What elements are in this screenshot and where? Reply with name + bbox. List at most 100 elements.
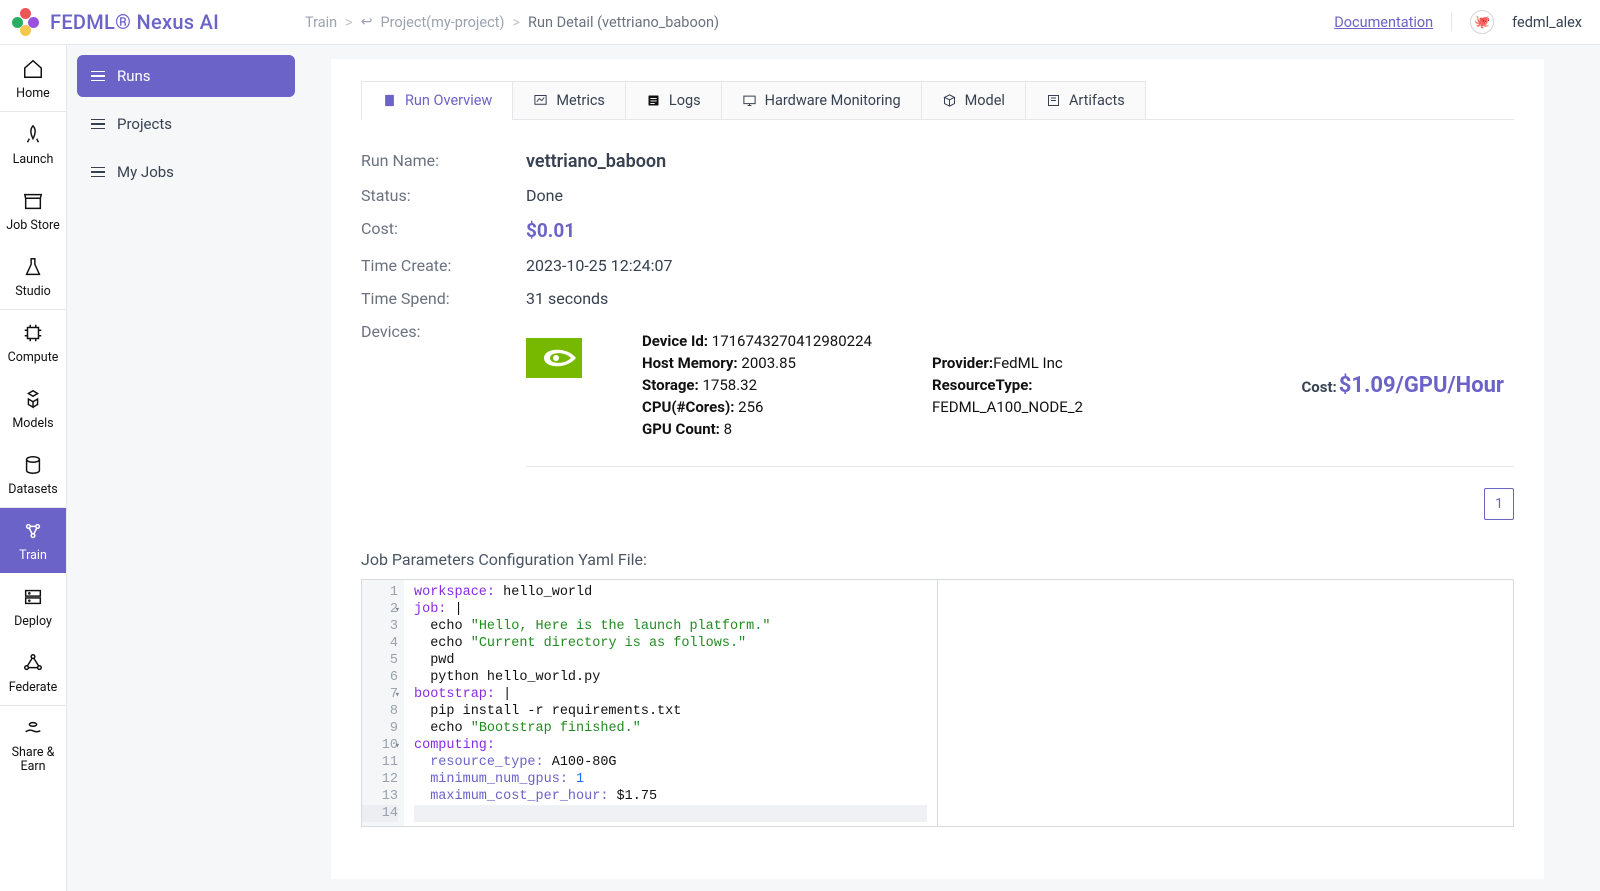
- cubes-icon: [22, 388, 44, 410]
- resource-type-value: FEDML_A100_NODE_2: [932, 398, 1083, 416]
- iconbar-compute[interactable]: Compute: [0, 309, 66, 375]
- tab-label: Model: [965, 92, 1005, 109]
- breadcrumb: Train > ↩ Project(my-project) > Run Deta…: [305, 14, 1334, 31]
- time-spend-label: Time Spend:: [361, 289, 526, 308]
- run-name-value: vettriano_baboon: [526, 151, 666, 172]
- back-arrow-icon[interactable]: ↩: [361, 14, 373, 30]
- topbar-right: Documentation 🐙 fedml_alex: [1334, 10, 1582, 34]
- database-icon: [22, 454, 44, 476]
- page-1-button[interactable]: 1: [1484, 488, 1514, 520]
- documentation-link[interactable]: Documentation: [1334, 14, 1433, 31]
- breadcrumb-current: Run Detail (vettriano_baboon): [528, 14, 719, 31]
- tab-logs[interactable]: Logs: [626, 81, 722, 119]
- fold-icon[interactable]: ▾: [395, 687, 400, 704]
- device-id-label: Device Id:: [642, 332, 708, 350]
- cost-label: Cost:: [361, 219, 526, 238]
- devices-label: Devices:: [361, 322, 526, 341]
- status-label: Status:: [361, 186, 526, 205]
- iconbar-deploy[interactable]: Deploy: [0, 573, 66, 639]
- fold-icon[interactable]: ▾: [395, 738, 400, 755]
- iconbar-studio[interactable]: Studio: [0, 243, 66, 309]
- brand-logo-icon: [12, 8, 40, 36]
- secondary-sidebar: Runs Projects My Jobs: [67, 45, 305, 891]
- run-name-label: Run Name:: [361, 151, 526, 170]
- artifacts-icon: [1046, 93, 1061, 108]
- hand-coin-icon: [22, 718, 44, 740]
- provider-label: Provider:: [932, 354, 993, 372]
- iconbar-share-label: Share & Earn: [0, 746, 66, 775]
- tab-label: Artifacts: [1069, 92, 1125, 109]
- host-memory-label: Host Memory:: [642, 354, 738, 372]
- sidebar-item-runs[interactable]: Runs: [77, 55, 295, 97]
- brand[interactable]: FEDML® Nexus AI: [0, 8, 305, 36]
- tab-hardware[interactable]: Hardware Monitoring: [722, 81, 922, 119]
- tab-run-overview[interactable]: Run Overview: [361, 81, 513, 119]
- iconbar-home[interactable]: Home: [0, 45, 66, 111]
- tab-model[interactable]: Model: [922, 81, 1026, 119]
- user-avatar-icon[interactable]: 🐙: [1470, 10, 1494, 34]
- train-icon: [22, 520, 44, 542]
- fold-icon[interactable]: ▾: [395, 602, 400, 619]
- storage-value: 1758.32: [703, 376, 758, 394]
- sidebar-item-label: Runs: [117, 67, 151, 85]
- breadcrumb-root[interactable]: Train: [305, 14, 337, 31]
- editor-right-pane: [938, 580, 1514, 826]
- editor-left-pane: 1 2▾ 3 4 5 6 7▾ 8 9 10▾ 11 12 13 14: [362, 580, 938, 826]
- iconbar-share[interactable]: Share & Earn: [0, 705, 66, 785]
- provider-value: FedML Inc: [993, 354, 1063, 372]
- yaml-editor[interactable]: 1 2▾ 3 4 5 6 7▾ 8 9 10▾ 11 12 13 14: [361, 579, 1514, 827]
- device-kv-col2: Provider:FedML Inc ResourceType: FEDML_A…: [932, 332, 1083, 438]
- content-area: Run Overview Metrics Logs Hardware Monit…: [305, 45, 1600, 891]
- cpu-label: CPU(#Cores):: [642, 398, 734, 416]
- tab-label: Metrics: [556, 92, 605, 109]
- tab-artifacts[interactable]: Artifacts: [1026, 81, 1146, 119]
- time-create-label: Time Create:: [361, 256, 526, 275]
- device-block: Device Id: 1716743270412980224 Host Memo…: [526, 322, 1514, 467]
- cpu-value: 256: [738, 398, 763, 416]
- tab-label: Hardware Monitoring: [765, 92, 901, 109]
- iconbar-models[interactable]: Models: [0, 375, 66, 441]
- iconbar-federate[interactable]: Federate: [0, 639, 66, 705]
- iconbar-datasets-label: Datasets: [8, 482, 58, 497]
- gpu-cost-label: Cost:: [1301, 378, 1336, 396]
- main: Home Launch Job Store Studio Compute Mod…: [0, 45, 1600, 891]
- brand-title: FEDML® Nexus AI: [50, 10, 219, 34]
- breadcrumb-sep: >: [345, 14, 353, 31]
- monitor-icon: [742, 93, 757, 108]
- menu-icon: [91, 119, 105, 130]
- sidebar-item-myjobs[interactable]: My Jobs: [77, 151, 295, 193]
- iconbar-launch[interactable]: Launch: [0, 111, 66, 177]
- panel: Run Overview Metrics Logs Hardware Monit…: [331, 59, 1544, 879]
- topbar: FEDML® Nexus AI Train > ↩ Project(my-pro…: [0, 0, 1600, 45]
- sidebar-item-projects[interactable]: Projects: [77, 103, 295, 145]
- logs-icon: [646, 93, 661, 108]
- status-value: Done: [526, 186, 563, 205]
- run-details: Run Name: vettriano_baboon Status: Done …: [361, 144, 1514, 474]
- rocket-icon: [22, 124, 44, 146]
- server-icon: [22, 586, 44, 608]
- iconbar-jobstore[interactable]: Job Store: [0, 177, 66, 243]
- cost-value: $0.01: [526, 219, 575, 242]
- pager: 1: [361, 488, 1514, 520]
- iconbar-train[interactable]: Train: [0, 507, 66, 573]
- iconbar-home-label: Home: [16, 86, 50, 101]
- breadcrumb-project[interactable]: Project(my-project): [381, 14, 505, 31]
- line-gutter: 1 2▾ 3 4 5 6 7▾ 8 9 10▾ 11 12 13 14: [362, 580, 404, 826]
- cube-icon: [942, 93, 957, 108]
- iconbar-studio-label: Studio: [15, 284, 51, 299]
- sidebar-item-label: My Jobs: [117, 163, 174, 181]
- code-area[interactable]: workspace: hello_worldjob: | echo "Hello…: [404, 580, 937, 826]
- flask-icon: [22, 256, 44, 278]
- iconbar-datasets[interactable]: Datasets: [0, 441, 66, 507]
- time-create-value: 2023-10-25 12:24:07: [526, 256, 672, 275]
- tab-metrics[interactable]: Metrics: [513, 81, 626, 119]
- iconbar-launch-label: Launch: [13, 152, 54, 167]
- storage-label: Storage:: [642, 376, 699, 394]
- chart-icon: [533, 93, 548, 108]
- username-label[interactable]: fedml_alex: [1512, 14, 1582, 31]
- gpu-cost-value: $1.09/GPU/Hour: [1339, 373, 1504, 398]
- gpu-cost: Cost: $1.09/GPU/Hour: [1301, 373, 1504, 398]
- tabstrip: Run Overview Metrics Logs Hardware Monit…: [361, 81, 1514, 120]
- tab-label: Logs: [669, 92, 701, 109]
- menu-icon: [91, 167, 105, 178]
